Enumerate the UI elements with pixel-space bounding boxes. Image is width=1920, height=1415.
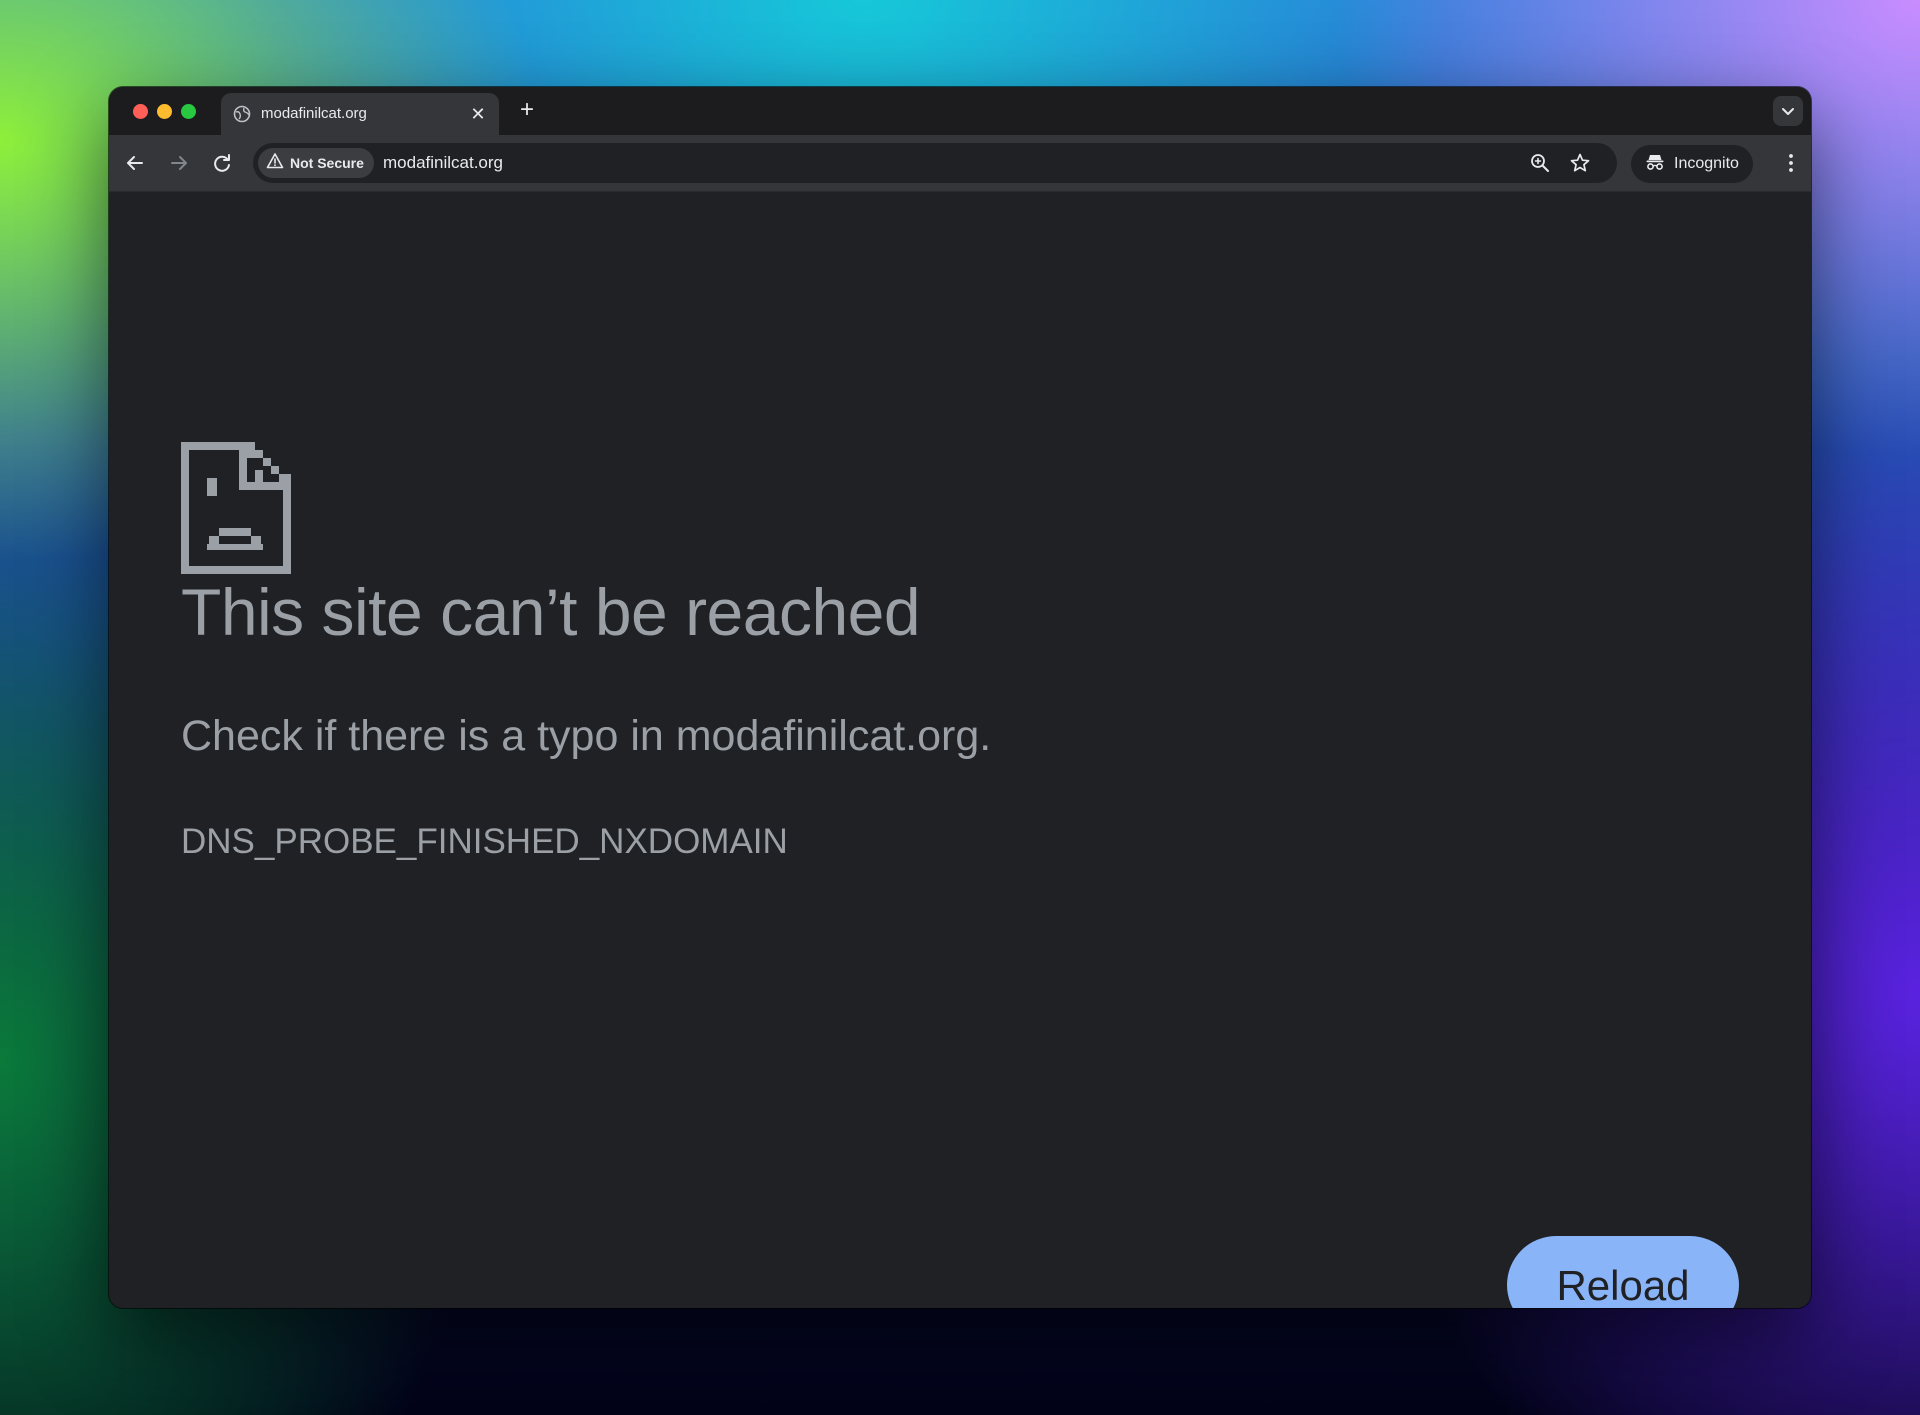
warning-triangle-icon: [266, 152, 284, 175]
incognito-icon: [1645, 152, 1665, 177]
star-icon[interactable]: [1569, 152, 1591, 174]
forward-button[interactable]: [165, 149, 193, 177]
kebab-menu-icon: [1781, 154, 1801, 181]
error-page: This site can’t be reached Check if ther…: [109, 192, 1811, 1308]
reload-button[interactable]: Reload: [1507, 1236, 1739, 1308]
security-chip[interactable]: Not Secure: [258, 148, 374, 178]
close-icon[interactable]: ✕: [467, 103, 489, 125]
minimize-window-button[interactable]: [157, 104, 172, 119]
browser-window: modafinilcat.org ✕ + Not Secure modafini…: [109, 87, 1811, 1308]
arrow-right-icon: [165, 149, 193, 177]
error-suggestion: Check if there is a typo in modafinilcat…: [181, 712, 992, 760]
new-tab-button[interactable]: +: [513, 97, 541, 125]
tab-search-button[interactable]: [1773, 96, 1803, 126]
security-label: Not Secure: [290, 155, 364, 171]
zoom-icon[interactable]: [1529, 152, 1551, 174]
tab-active[interactable]: modafinilcat.org ✕: [221, 93, 499, 135]
toolbar: Not Secure modafinilcat.org Incognito: [109, 135, 1811, 192]
sad-document-icon: [181, 442, 291, 574]
reload-toolbar-button[interactable]: [208, 149, 236, 177]
reload-icon: [208, 149, 236, 177]
chevron-down-icon: [1773, 108, 1803, 130]
incognito-label: Incognito: [1674, 155, 1739, 172]
error-code: DNS_PROBE_FINISHED_NXDOMAIN: [181, 822, 788, 861]
close-window-button[interactable]: [133, 104, 148, 119]
address-bar[interactable]: Not Secure modafinilcat.org: [253, 143, 1617, 183]
arrow-left-icon: [121, 149, 149, 177]
tab-strip: modafinilcat.org ✕ +: [109, 87, 1811, 135]
globe-icon: [233, 105, 251, 123]
back-button[interactable]: [121, 149, 149, 177]
tab-title: modafinilcat.org: [261, 105, 367, 122]
browser-menu-button[interactable]: [1781, 149, 1801, 177]
url-text[interactable]: modafinilcat.org: [383, 153, 503, 173]
error-title: This site can’t be reached: [181, 575, 921, 649]
incognito-chip[interactable]: Incognito: [1631, 145, 1753, 183]
zoom-window-button[interactable]: [181, 104, 196, 119]
